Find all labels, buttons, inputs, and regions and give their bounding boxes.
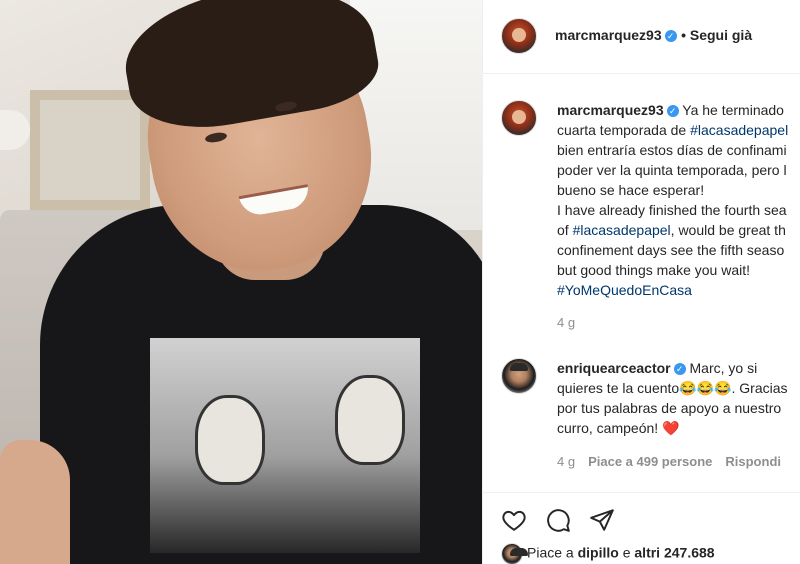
- caption-line: confinement days see the fifth seaso: [557, 242, 785, 258]
- caption-line: bueno se hace esperar!: [557, 182, 705, 198]
- likes-middle: e: [618, 544, 635, 561]
- liker-avatar[interactable]: [501, 543, 528, 564]
- post-side-panel: marcmarquez93 ✓ • Segui già marcmarquez93…: [482, 0, 800, 564]
- photo-mask-graphic: [335, 375, 405, 465]
- post-header: marcmarquez93 ✓ • Segui già: [483, 0, 800, 74]
- likes-prefix: Piace a: [527, 544, 578, 561]
- comment-line: quieres te la cuento😂😂😂. Gracias: [557, 380, 788, 396]
- caption-line: , would be great th: [670, 222, 786, 238]
- photo-hand: [0, 440, 70, 564]
- likes-count[interactable]: altri 247.688: [634, 545, 714, 561]
- post-photo[interactable]: [0, 0, 482, 564]
- caption-line: bien entraría estos días de confinami: [557, 142, 787, 158]
- comment-line: curro, campeón! ❤️: [557, 420, 680, 436]
- follow-status[interactable]: • Segui già: [681, 27, 752, 43]
- hashtag-link[interactable]: #lacasadepapel: [573, 222, 671, 238]
- caption-username[interactable]: marcmarquez93: [557, 102, 664, 118]
- hashtag-link[interactable]: #lacasadepapel: [690, 122, 788, 138]
- caption-line: I have already finished the fourth sea: [557, 202, 787, 218]
- reply-button[interactable]: Rispondi: [725, 454, 781, 469]
- comment-line: Marc, yo si: [689, 360, 758, 376]
- likes-summary: Piace a dipillo e altri 247.688: [501, 543, 715, 564]
- photo-mirror: [30, 90, 150, 210]
- caption-time[interactable]: 4 g: [557, 313, 800, 333]
- comment-line: por tus palabras de apoyo a nuestro: [557, 400, 782, 416]
- comment-time[interactable]: 4 g: [557, 454, 575, 469]
- comment-icon[interactable]: [545, 507, 571, 533]
- liker-username[interactable]: dipillo: [578, 545, 619, 561]
- hashtag-link[interactable]: #YoMeQuedoEnCasa: [557, 282, 692, 298]
- author-username[interactable]: marcmarquez93: [555, 27, 662, 43]
- verified-badge-icon: ✓: [673, 363, 686, 375]
- heart-icon[interactable]: [501, 507, 527, 533]
- caption-author-avatar[interactable]: [501, 100, 537, 136]
- comment-text: enriquearceactor ✓ Marc, yo si quieres te…: [557, 358, 800, 438]
- photo-mask-graphic: [195, 395, 265, 485]
- photo-lamp: [0, 110, 30, 150]
- caption-line: of: [557, 222, 573, 238]
- header-title: marcmarquez93 ✓ • Segui già: [555, 27, 752, 45]
- comment-meta: 4 g Piace a 499 persone Rispondi: [557, 454, 781, 469]
- comment-likes[interactable]: Piace a 499 persone: [588, 454, 712, 469]
- caption-line: cuarta temporada de: [557, 122, 691, 138]
- caption-line: poder ver la quinta temporada, pero l: [557, 162, 787, 178]
- commenter-avatar[interactable]: [501, 358, 537, 394]
- caption-line: Ya he terminado: [682, 102, 784, 118]
- caption-line: but good things make you wait!: [557, 262, 751, 278]
- commenter-username[interactable]: enriquearceactor: [557, 360, 671, 376]
- post-actions: Piace a dipillo e altri 247.688: [483, 492, 800, 564]
- verified-badge-icon: ✓: [664, 30, 677, 42]
- share-icon[interactable]: [589, 507, 615, 533]
- caption-text: marcmarquez93 ✓ Ya he terminado cuarta te…: [557, 100, 800, 333]
- verified-badge-icon: ✓: [666, 105, 679, 117]
- author-avatar[interactable]: [501, 18, 537, 54]
